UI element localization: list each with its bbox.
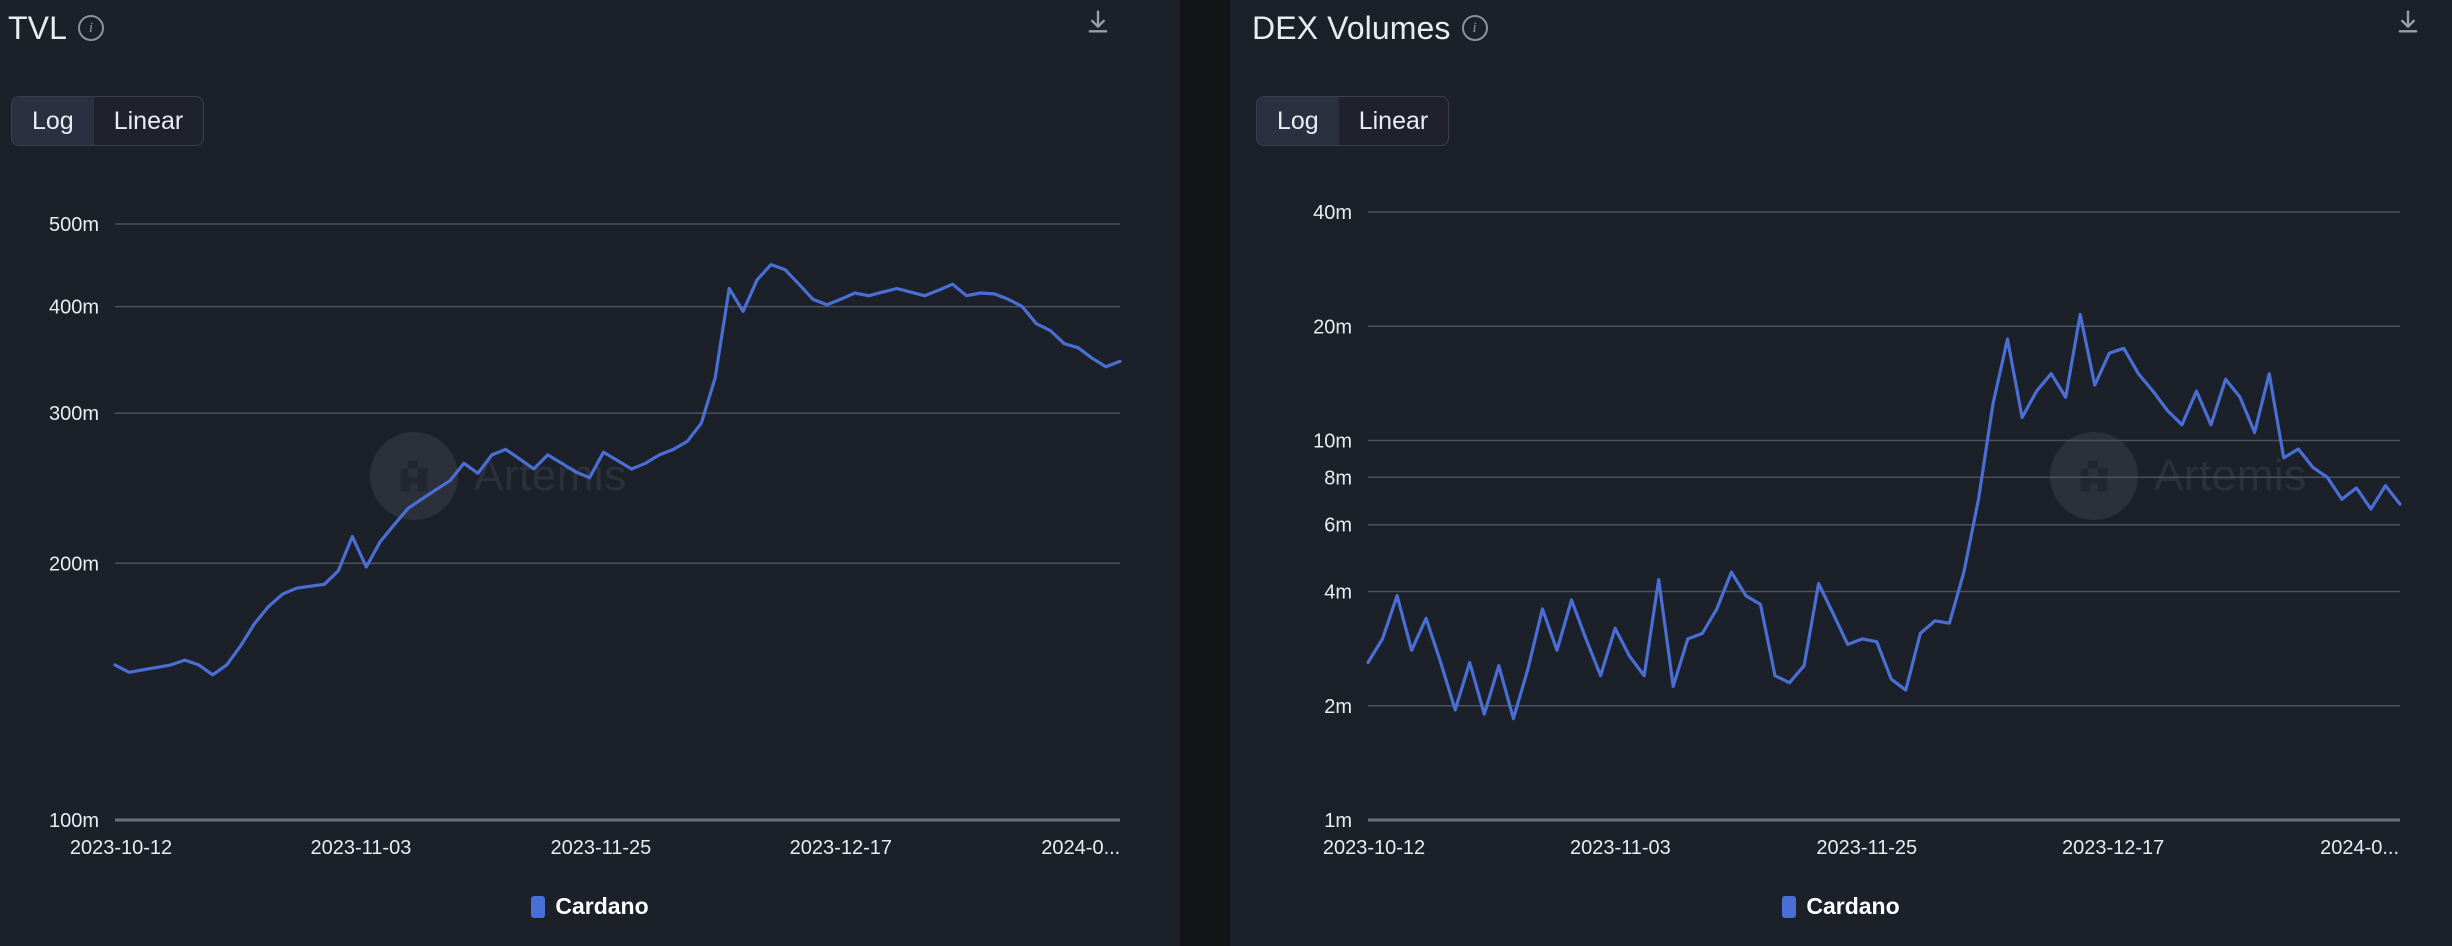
x-axis-tick: 2023-12-17 (2062, 837, 2164, 859)
panel-divider (1180, 0, 1230, 946)
x-axis-tick: 2023-12-17 (790, 837, 892, 859)
tvl-header: TVL i (0, 0, 1180, 56)
info-icon[interactable]: i (78, 15, 104, 41)
y-axis-tick: 100m (49, 810, 99, 832)
series-line-cardano[interactable] (1368, 314, 2400, 718)
x-axis-tick: 2024-0... (1041, 837, 1120, 859)
legend-tvl[interactable]: Cardano (0, 893, 1180, 920)
info-icon[interactable]: i (1462, 15, 1488, 41)
y-axis-tick: 8m (1324, 467, 1352, 489)
y-axis-tick: 1m (1324, 810, 1352, 832)
legend-label-cardano: Cardano (1806, 893, 1899, 920)
y-axis-tick: 200m (49, 553, 99, 575)
y-axis-tick: 10m (1313, 431, 1352, 453)
dex-header: DEX Volumes i (1230, 0, 2452, 56)
y-axis-tick: 20m (1313, 316, 1352, 338)
charts-board: TVL i Log Linear (0, 0, 2452, 946)
x-axis-tick: 2023-11-25 (1816, 837, 1917, 859)
tvl-title-row: TVL i (8, 12, 104, 44)
y-axis-tick: 2m (1324, 696, 1352, 718)
panel-dex-volumes: DEX Volumes i Log Linear (1230, 0, 2452, 946)
x-axis-tick: 2023-10-12 (70, 837, 172, 859)
x-axis-tick: 2023-10-12 (1323, 837, 1425, 859)
dex-title-row: DEX Volumes i (1252, 12, 1488, 44)
scale-toggle-tvl[interactable]: Log Linear (11, 96, 204, 146)
x-axis-tick: 2023-11-03 (311, 837, 412, 859)
y-axis-tick: 300m (49, 403, 99, 425)
download-icon[interactable] (2394, 8, 2422, 36)
page-title-tvl: TVL (8, 12, 67, 44)
scale-btn-log[interactable]: Log (12, 97, 94, 145)
scale-btn-log[interactable]: Log (1257, 97, 1339, 145)
y-axis-tick: 6m (1324, 515, 1352, 537)
y-axis-tick: 500m (49, 214, 99, 236)
scale-toggle-dex-volumes[interactable]: Log Linear (1256, 96, 1449, 146)
x-axis-tick: 2023-11-25 (550, 837, 651, 859)
page-title-dex-volumes: DEX Volumes (1252, 12, 1451, 44)
legend-swatch-cardano (1782, 896, 1796, 918)
panel-tvl: TVL i Log Linear (0, 0, 1180, 946)
chart-dex-volumes[interactable]: 40m 20m 10m 8m 6m 4m 2m 1m 2023-10-12 2023-11-03 2… (1230, 160, 2452, 880)
y-axis-tick: 400m (49, 297, 99, 319)
legend-label-cardano: Cardano (555, 893, 648, 920)
x-axis-tick: 2024-0... (2320, 837, 2399, 859)
scale-btn-linear[interactable]: Linear (1339, 97, 1449, 145)
y-axis-tick: 4m (1324, 582, 1352, 604)
download-icon[interactable] (1084, 8, 1112, 36)
scale-btn-linear[interactable]: Linear (94, 97, 204, 145)
legend-swatch-cardano (531, 896, 545, 918)
legend-dex-volumes[interactable]: Cardano (1230, 893, 2452, 920)
chart-tvl[interactable]: 500m 400m 300m 200m 100m 2023-10-12 2023-11-03… (0, 160, 1180, 880)
series-line-cardano[interactable] (115, 265, 1120, 675)
y-axis-tick: 40m (1313, 202, 1352, 224)
x-axis-tick: 2023-11-03 (1570, 837, 1671, 859)
